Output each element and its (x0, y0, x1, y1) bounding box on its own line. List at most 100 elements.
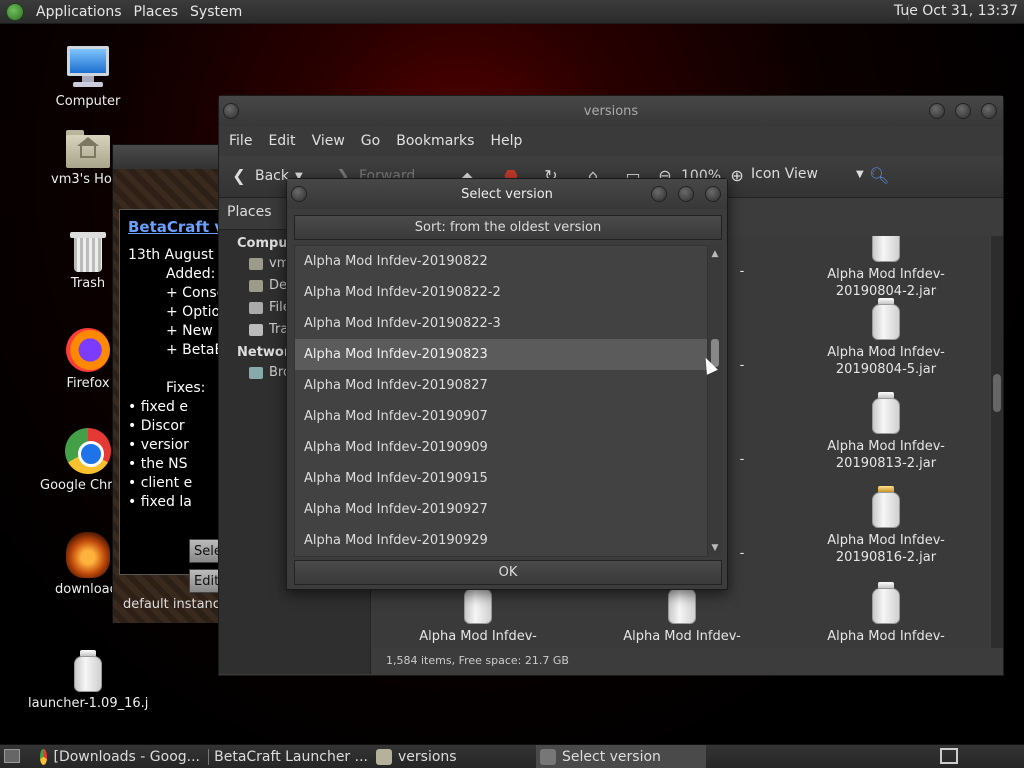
file-item[interactable]: - (722, 259, 762, 280)
applications-logo-icon[interactable] (6, 2, 24, 21)
version-list-item[interactable]: Alpha Mod Infdev-20190907 (295, 401, 707, 432)
close-button[interactable] (705, 186, 721, 202)
scroll-down-icon[interactable]: ▼ (708, 541, 722, 555)
menubar: File Edit View Go Bookmarks Help (219, 126, 1003, 156)
file-name: Alpha Mod Infdev-20190804-2.jar (827, 267, 945, 299)
task-versions[interactable]: versions (372, 745, 532, 768)
back-label: Back (255, 168, 289, 184)
search-button[interactable]: 🔍︎ (869, 166, 889, 186)
task-label: [Downloads - Goog... (53, 749, 200, 765)
jar-icon (870, 486, 902, 528)
menu-help[interactable]: Help (482, 133, 530, 149)
dialog-title: Select version (461, 186, 553, 202)
version-list-scrollbar[interactable]: ▲ ▼ (708, 245, 722, 557)
menu-view[interactable]: View (304, 133, 353, 149)
file-name: Alpha Mod Infdev- (827, 629, 945, 644)
file-item[interactable]: Alpha Mod Infdev- (592, 582, 772, 645)
version-list-item[interactable]: Alpha Mod Infdev-20190822-2 (295, 277, 707, 308)
file-item[interactable]: Alpha Mod Infdev-20190804-2.jar (796, 236, 976, 300)
version-list-item[interactable]: Alpha Mod Infdev-20190822 (295, 246, 707, 277)
trash-icon (70, 230, 106, 272)
sort-order-button[interactable]: Sort: from the oldest version (294, 215, 722, 240)
file-item[interactable]: - (722, 447, 762, 468)
minimize-button[interactable] (929, 103, 945, 119)
version-list-item[interactable]: Alpha Mod Infdev-20190822-3 (295, 308, 707, 339)
firefox-icon (66, 328, 110, 372)
version-list-item[interactable]: Alpha Mod Infdev-20190909 (295, 432, 707, 463)
file-name: - (739, 358, 745, 373)
desktop-icon-computer[interactable]: Computer (28, 46, 148, 109)
file-name: Alpha Mod Infdev-20190804-5.jar (827, 345, 945, 377)
file-item[interactable]: Alpha Mod Infdev-20190813-2.jar (796, 392, 976, 472)
window-titlebar[interactable]: versions (219, 96, 1003, 126)
desktop-icon-launcher-jar[interactable]: launcher-1.09_16.jar (28, 650, 148, 711)
version-list-item[interactable]: Alpha Mod Infdev-20190927 (295, 494, 707, 525)
menu-edit[interactable]: Edit (260, 133, 303, 149)
file-item[interactable]: Alpha Mod Infdev- (796, 582, 976, 645)
select-version-dialog: Select version Sort: from the oldest ver… (286, 178, 728, 590)
taskbar: [Downloads - Goog... BetaCraft Launcher … (0, 744, 1024, 768)
workspace-switcher[interactable] (940, 748, 958, 764)
file-name: Alpha Mod Infdev-20190813-2.jar (827, 439, 945, 471)
window-menu-button[interactable] (223, 103, 239, 119)
version-list[interactable]: Alpha Mod Infdev-20190822 Alpha Mod Infde… (294, 245, 708, 557)
java-icon (540, 749, 556, 765)
version-list-item[interactable]: Alpha Mod Infdev-20190915 (295, 463, 707, 494)
minimize-button[interactable] (651, 186, 667, 202)
scroll-up-icon[interactable]: ▲ (708, 247, 722, 261)
task-downloads-chrome[interactable]: [Downloads - Goog... (36, 745, 200, 768)
file-name: - (739, 264, 745, 279)
menu-go[interactable]: Go (353, 133, 388, 149)
task-label: Select version (562, 749, 661, 765)
file-name: Alpha Mod Infdev- (419, 629, 537, 644)
task-betacraft[interactable]: BetaCraft Launcher ... (204, 745, 368, 768)
file-item[interactable]: Alpha Mod Infdev-20190804-5.jar (796, 298, 976, 378)
jar-icon (870, 298, 902, 340)
menu-applications[interactable]: Applications (32, 4, 130, 20)
chrome-icon (65, 428, 111, 474)
zoom-in-icon[interactable]: ⊕ (727, 166, 747, 186)
network-icon (249, 366, 263, 379)
scrollbar-thumb[interactable] (993, 374, 1001, 412)
close-button[interactable] (981, 103, 997, 119)
jar-icon (870, 582, 902, 624)
version-list-item[interactable]: Alpha Mod Infdev-20190827 (295, 370, 707, 401)
file-item[interactable]: Alpha Mod Infdev- (388, 582, 568, 645)
file-item[interactable]: Alpha Mod Infdev-20190816-2.jar (796, 486, 976, 566)
maximize-button[interactable] (678, 186, 694, 202)
file-item[interactable]: - (722, 353, 762, 374)
version-list-item[interactable]: Alpha Mod Infdev-20190929 (295, 525, 707, 556)
menu-bookmarks[interactable]: Bookmarks (388, 133, 482, 149)
window-title: versions (583, 103, 639, 119)
home-folder-icon (66, 130, 110, 168)
maximize-button[interactable] (955, 103, 971, 119)
show-desktop-icon[interactable] (4, 749, 20, 763)
folder-icon (249, 257, 263, 270)
chevron-down-icon: ▼ (855, 168, 864, 180)
pumpkin-icon (66, 532, 110, 578)
file-grid-scrollbar[interactable] (991, 236, 1003, 648)
file-name: Alpha Mod Infdev-20190816-2.jar (827, 533, 945, 565)
task-label: BetaCraft Launcher ... (214, 749, 368, 765)
version-list-item[interactable]: Alpha Mod Infdev-20190823 (295, 339, 707, 370)
view-mode-value: Icon View (751, 166, 818, 182)
menu-file[interactable]: File (221, 133, 260, 149)
task-select-version[interactable]: Select version (536, 745, 706, 768)
menu-places[interactable]: Places (130, 4, 187, 20)
instance-label: default instance (123, 597, 228, 612)
file-item[interactable]: - (722, 541, 762, 562)
window-menu-button[interactable] (291, 186, 307, 202)
desktop-icon-label: launcher-1.09_16.jar (28, 696, 148, 711)
desktop-icon-label: Computer (55, 94, 121, 109)
clock[interactable]: Tue Oct 31, 13:37 (894, 3, 1018, 19)
window-titlebar[interactable]: Select version (287, 179, 727, 209)
ok-button[interactable]: OK (294, 560, 722, 585)
drive-icon (249, 301, 263, 314)
file-name: - (739, 546, 745, 561)
status-bar: 1,584 items, Free space: 21.7 GB (386, 654, 569, 667)
file-name: Alpha Mod Infdev- (623, 629, 741, 644)
jar-icon (72, 650, 104, 692)
menu-system[interactable]: System (186, 4, 250, 20)
trash-icon (249, 323, 263, 336)
view-mode-select[interactable]: Icon View ▼ (751, 166, 864, 182)
